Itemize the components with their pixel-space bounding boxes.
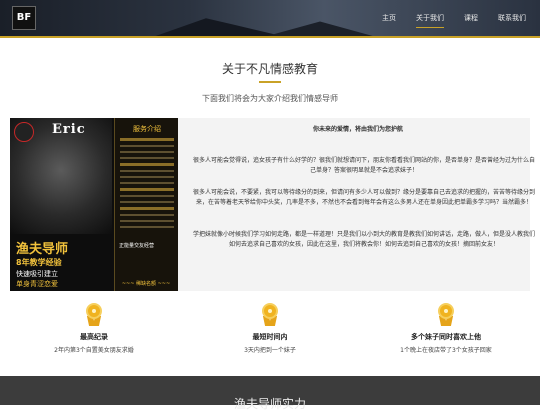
stat-title: 最高纪录	[80, 333, 108, 341]
poster-line-1: 快速吸引建立	[16, 270, 58, 278]
site-logo[interactable]: BF	[12, 6, 36, 30]
panel-line	[120, 226, 174, 228]
mentor-role: 渔夫导师	[16, 242, 69, 257]
stat-title: 多个妹子同时喜欢上他	[411, 333, 481, 341]
stat-desc: 1个晚上在夜店带了3个女孩子回家	[400, 347, 492, 354]
strength-title: 渔夫导师实力	[233, 397, 306, 411]
panel-line	[120, 214, 174, 216]
medal-icon	[85, 303, 103, 327]
service-panel-title: 服务介绍	[133, 125, 161, 133]
mentor-description: 你未来的爱情，将由我们为您护航 很多人可能会觉得说，追女孩子有什么好学的？很我们…	[186, 118, 535, 291]
section-subtitle: 下面我们将会为大家介绍我们情感导师	[202, 94, 338, 103]
panel-line	[120, 207, 174, 210]
nav-home[interactable]: 主页	[382, 13, 396, 23]
main-nav: 主页 关于我们 课程 联系我们	[382, 13, 526, 28]
service-panel: 服务介绍 正能量交友经营	[114, 118, 178, 291]
header-background-mountain	[150, 18, 290, 38]
header-background-mountain	[260, 21, 380, 38]
strength-section: 渔夫导师实力	[0, 376, 540, 411]
description-paragraph: 很多人可能会觉得说，追女孩子有什么好学的？很我们就想请问下，朋友你看看我们网站的…	[192, 157, 535, 174]
poster-headline: 8年教学经验	[16, 258, 62, 267]
title-divider	[259, 81, 281, 83]
panel-line	[120, 163, 174, 166]
nav-contact[interactable]: 联系我们	[498, 13, 526, 23]
stat-item: 最高纪录 2年内第3个自置美女朋友求婚	[4, 303, 184, 354]
stat-item: 多个妹子同时喜欢上他 1个晚上在夜店带了3个女孩子回家	[356, 303, 536, 354]
medal-icon	[437, 303, 455, 327]
panel-line	[120, 157, 174, 159]
poster-line-3: 正能量交友经营	[119, 243, 155, 249]
mentor-feature: Eric 渔夫导师 8年教学经验 快速吸引建立 单身青涩恋爱 服务介绍 正能量交…	[10, 118, 535, 291]
section-title: 关于不凡情感教育	[221, 62, 318, 76]
description-paragraph: 学把妹就像小时候我们学习如何走路，都是一样道理！只是我们以小到大的教育是教我们如…	[192, 231, 535, 248]
stat-item: 最短时间内 3天内把到一个妹子	[180, 303, 360, 354]
mentor-name: Eric	[52, 122, 86, 137]
description-lead: 你未来的爱情，将由我们为您护航	[312, 126, 403, 133]
nav-courses[interactable]: 课程	[464, 13, 478, 23]
poster-line-2: 单身青涩恋爱	[16, 280, 58, 288]
panel-line	[120, 195, 174, 197]
panel-line	[120, 220, 174, 222]
panel-line	[120, 138, 174, 141]
mentor-poster: Eric 渔夫导师 8年教学经验 快速吸引建立 单身青涩恋爱 服务介绍 正能量交…	[10, 118, 178, 291]
header-accent-line	[0, 36, 540, 38]
stat-title: 最短时间内	[252, 333, 288, 341]
nav-about[interactable]: 关于我们	[416, 13, 444, 28]
panel-line	[120, 201, 174, 203]
stat-desc: 3天内把到一个妹子	[244, 347, 296, 354]
panel-line	[120, 188, 174, 191]
poster-logo-badge	[14, 122, 34, 142]
panel-line	[120, 176, 174, 178]
poster-footer: ~~~ 稀缺名额 ~~~	[121, 281, 171, 287]
site-header: BF 主页 关于我们 课程 联系我们	[0, 0, 540, 38]
panel-line	[120, 151, 174, 153]
panel-line	[120, 182, 174, 184]
description-paragraph: 很多人可能会说，不要紧，我可以等待缘分的到来，但请问有多少人可以做到？缘分是要靠…	[192, 189, 535, 206]
panel-line	[120, 170, 174, 172]
panel-line	[120, 145, 174, 147]
stat-desc: 2年内第3个自置美女朋友求婚	[54, 347, 134, 354]
medal-icon	[261, 303, 279, 327]
